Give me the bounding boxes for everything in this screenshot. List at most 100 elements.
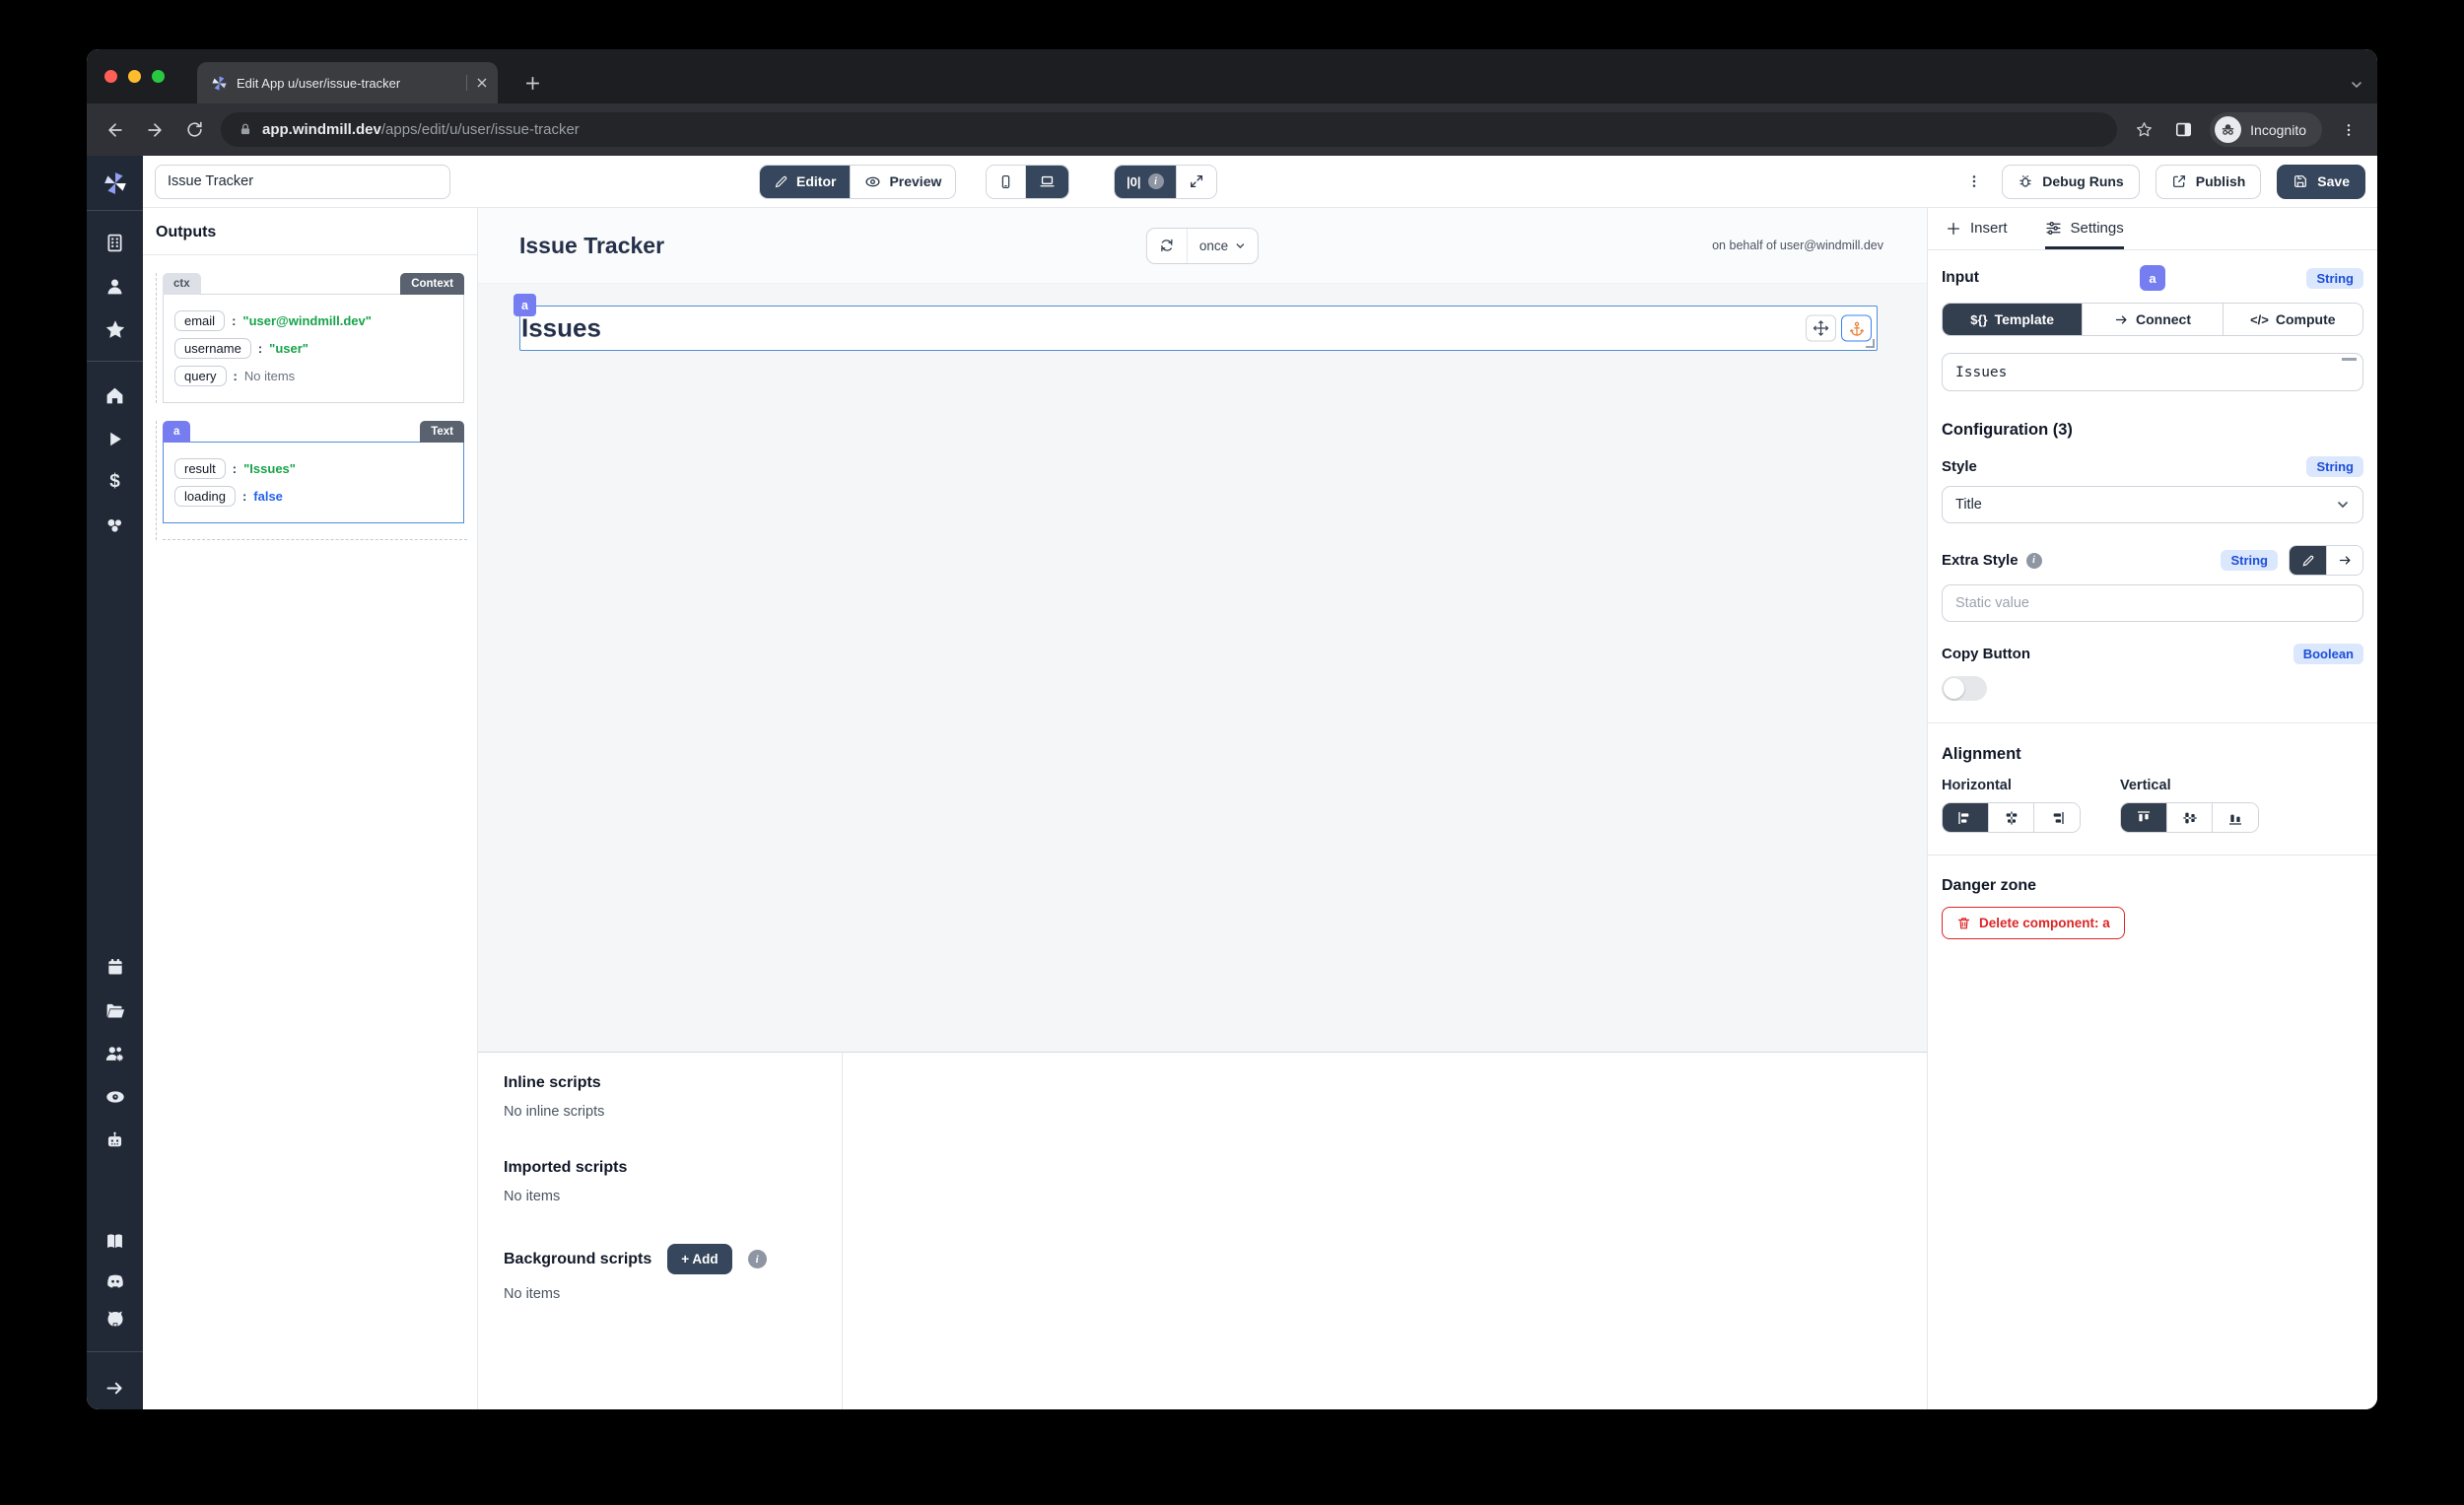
output-row: loading : false (174, 486, 452, 507)
back-icon[interactable] (103, 117, 128, 143)
editor-tab[interactable]: Editor (760, 166, 850, 198)
output-key[interactable]: loading (174, 486, 236, 507)
discord-icon[interactable] (87, 1263, 143, 1300)
connect-arrow-button[interactable] (2326, 546, 2362, 575)
type-chip-string: String (2221, 550, 2278, 571)
tab-title: Edit App u/user/issue-tracker (237, 76, 457, 91)
align-center-vertical-button[interactable] (2166, 803, 2213, 832)
configuration-title: Configuration (3) (1942, 421, 2363, 440)
copy-button-toggle[interactable] (1942, 676, 1987, 701)
align-bottom-button[interactable] (2212, 803, 2258, 832)
component-a-tab[interactable]: a (163, 421, 190, 443)
workspace-icon[interactable] (87, 221, 143, 264)
add-background-script-button[interactable]: + Add (667, 1244, 731, 1274)
lock-icon (239, 122, 252, 137)
reload-icon[interactable] (181, 117, 207, 143)
refresh-button[interactable] (1147, 229, 1187, 263)
folders-icon[interactable] (87, 989, 143, 1032)
inline-scripts-empty: No inline scripts (504, 1104, 816, 1120)
vertical-label: Vertical (2120, 778, 2259, 793)
output-section-a: a Text result : "Issues" loading : (163, 421, 464, 540)
browser-menu-icon[interactable] (2336, 117, 2361, 143)
new-tab-button[interactable] (518, 69, 546, 97)
output-key[interactable]: query (174, 366, 227, 386)
chevron-down-icon (2336, 498, 2350, 512)
connect-mode-button[interactable]: Connect (2082, 304, 2222, 335)
incognito-label: Incognito (2250, 122, 2306, 138)
imported-scripts-title: Imported scripts (504, 1159, 816, 1177)
windmill-logo[interactable] (87, 156, 143, 210)
extra-style-input[interactable] (1942, 584, 2363, 622)
desktop-view-button[interactable] (1025, 166, 1068, 198)
user-icon[interactable] (87, 264, 143, 308)
template-mode-button[interactable]: ${} Template (1943, 304, 2082, 335)
maximize-window-button[interactable] (152, 70, 165, 83)
app-title: Issue Tracker (519, 233, 664, 259)
output-key[interactable]: email (174, 310, 225, 331)
outputs-panel: Outputs ctx Context email : "user@windmi… (143, 208, 478, 1409)
fullscreen-button[interactable] (1176, 166, 1216, 198)
static-edit-button[interactable] (2290, 546, 2326, 575)
output-key[interactable]: username (174, 338, 251, 359)
close-window-button[interactable] (104, 70, 117, 83)
align-center-horizontal-button[interactable] (1988, 803, 2034, 832)
style-select[interactable]: Title (1942, 486, 2363, 523)
runs-play-icon[interactable] (87, 417, 143, 460)
move-component-handle[interactable] (1806, 315, 1836, 342)
window-controls[interactable] (104, 70, 165, 83)
toolbar-menu-icon[interactable] (1962, 173, 1986, 189)
refresh-mode-dropdown[interactable]: once (1187, 229, 1258, 263)
save-button[interactable]: Save (2277, 165, 2365, 199)
align-top-button[interactable] (2121, 803, 2166, 832)
type-chip-string: String (2306, 268, 2363, 289)
resources-boxes-icon[interactable] (87, 504, 143, 547)
editor-minimap-dash (2342, 358, 2357, 361)
ctx-tab[interactable]: ctx (163, 273, 201, 295)
output-key[interactable]: result (174, 458, 226, 479)
align-right-button[interactable] (2033, 803, 2080, 832)
home-icon[interactable] (87, 374, 143, 417)
delete-component-button[interactable]: Delete component: a (1942, 907, 2125, 939)
output-value: false (253, 489, 283, 504)
robot-icon[interactable] (87, 1119, 143, 1162)
github-icon[interactable] (87, 1300, 143, 1337)
settings-panel: Insert Settings Input a String (1927, 208, 2377, 1409)
align-left-button[interactable] (1943, 803, 1988, 832)
anchor-component-button[interactable] (1841, 315, 1872, 342)
minimize-window-button[interactable] (128, 70, 141, 83)
browser-tab[interactable]: Edit App u/user/issue-tracker (197, 62, 498, 103)
danger-zone-title: Danger zone (1942, 877, 2363, 895)
docs-book-icon[interactable] (87, 1219, 143, 1263)
debug-runs-button[interactable]: Debug Runs (2002, 165, 2139, 199)
audit-eye-icon[interactable] (87, 1075, 143, 1119)
tab-settings[interactable]: Settings (2045, 208, 2124, 249)
url-host: app.windmill.dev (262, 121, 381, 138)
publish-button[interactable]: Publish (2156, 165, 2262, 199)
variables-dollar-icon[interactable]: $ (87, 460, 143, 504)
incognito-icon (2215, 116, 2241, 143)
compute-mode-button[interactable]: </> Compute (2223, 304, 2362, 335)
favorites-star-icon[interactable] (87, 308, 143, 351)
groups-users-icon[interactable] (87, 1032, 143, 1075)
text-component[interactable]: Issues (519, 306, 1878, 351)
side-panel-icon[interactable] (2170, 117, 2196, 143)
context-badge: Context (400, 273, 464, 295)
app-name-input[interactable] (155, 165, 450, 199)
forward-icon[interactable] (142, 117, 168, 143)
bookmark-star-icon[interactable] (2131, 117, 2156, 143)
schedules-calendar-icon[interactable] (87, 945, 143, 989)
browser-url-bar: app.windmill.dev/apps/edit/u/user/issue-… (87, 103, 2377, 156)
template-value-editor[interactable]: Issues (1942, 353, 2363, 391)
mobile-view-button[interactable] (987, 166, 1025, 198)
preview-tab[interactable]: Preview (850, 166, 955, 198)
address-bar[interactable]: app.windmill.dev/apps/edit/u/user/issue-… (221, 112, 2117, 147)
collapse-arrow-icon[interactable] (87, 1366, 143, 1409)
component-outline-button[interactable]: |0| i (1115, 166, 1176, 198)
app-canvas[interactable]: Issue Tracker once on behalf of (478, 208, 1927, 1052)
tab-insert[interactable]: Insert (1946, 208, 2008, 249)
close-tab-icon[interactable] (476, 77, 488, 89)
component-id-badge[interactable]: a (513, 294, 536, 316)
horizontal-label: Horizontal (1942, 778, 2081, 793)
tab-search-chevron-icon[interactable] (2350, 78, 2363, 92)
incognito-badge[interactable]: Incognito (2210, 112, 2322, 147)
